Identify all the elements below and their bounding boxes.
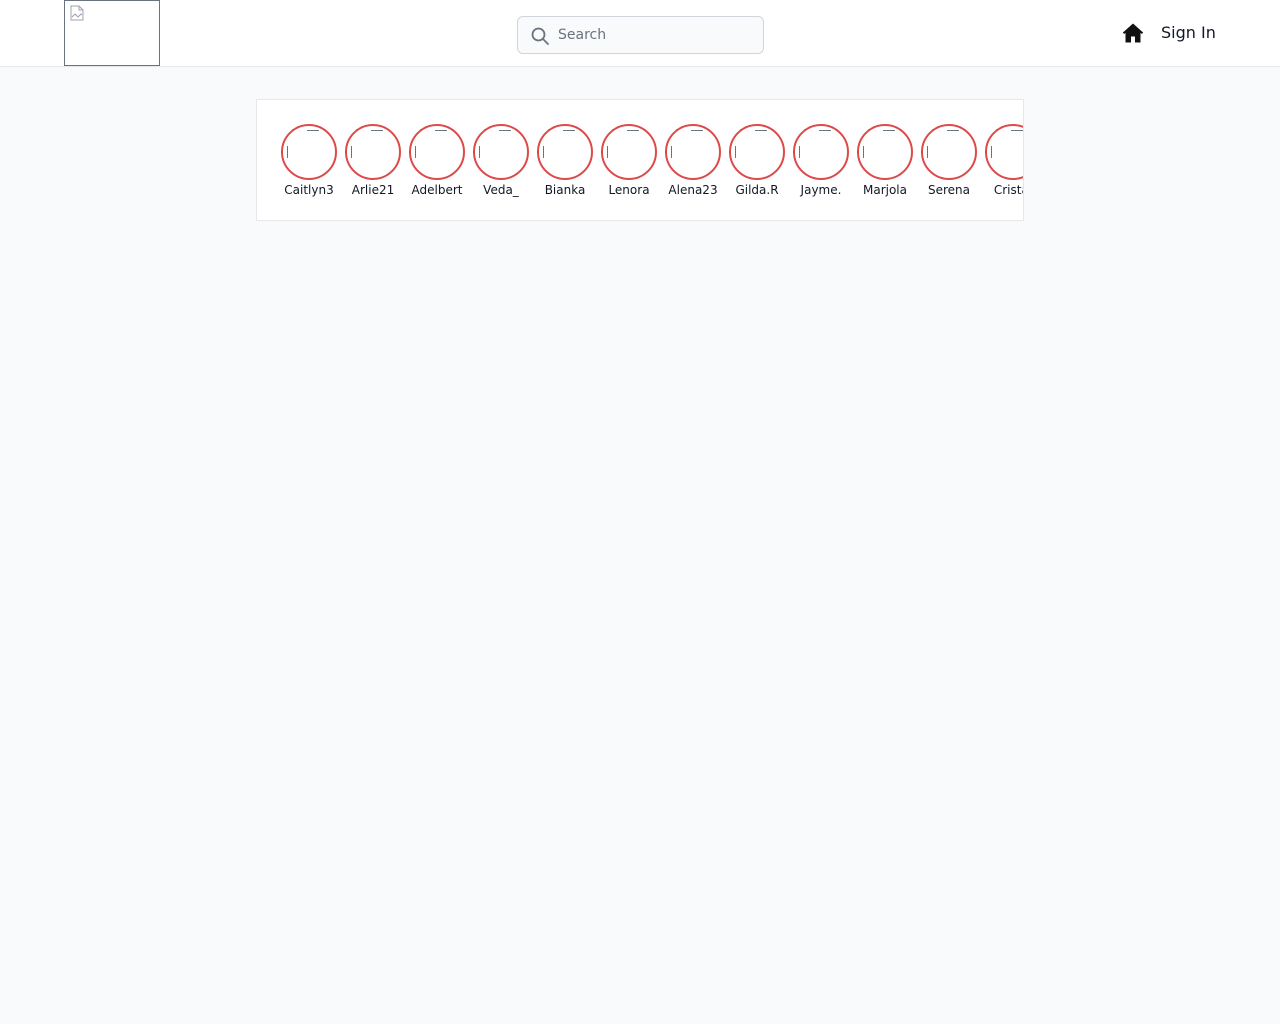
story-username: Lenora: [608, 183, 650, 197]
search-icon: [531, 27, 549, 45]
avatar: [925, 128, 973, 176]
story-ring: [473, 124, 529, 180]
stories-carousel: Caitlyn3 Arlie21 Adelbert Veda_ Bianka Lenora…: [256, 99, 1024, 221]
story-username: Jayme.: [800, 183, 842, 197]
avatar: [797, 128, 845, 176]
stories-track: Caitlyn3 Arlie21 Adelbert Veda_ Bianka Lenora…: [281, 124, 1023, 198]
story-ring: [793, 124, 849, 180]
story-username: Cristal: [993, 183, 1023, 197]
avatar: [349, 128, 397, 176]
story-item[interactable]: Jayme.: [793, 124, 849, 198]
story-item[interactable]: Arlie21: [345, 124, 401, 198]
search-input[interactable]: [558, 17, 758, 53]
story-username: Gilda.R: [735, 183, 779, 197]
story-username: Marjola: [862, 183, 907, 197]
top-navigation-bar: Sign In: [0, 0, 1280, 67]
home-icon[interactable]: [1121, 21, 1145, 45]
avatar: [733, 128, 781, 176]
avatar: [989, 128, 1023, 176]
story-username: Alena23: [668, 183, 718, 197]
story-ring: [665, 124, 721, 180]
sign-in-link[interactable]: Sign In: [1161, 22, 1216, 44]
story-username: Adelbert: [411, 183, 463, 197]
story-ring: [729, 124, 785, 180]
story-ring: [409, 124, 465, 180]
story-ring: [985, 124, 1023, 180]
avatar: [477, 128, 525, 176]
story-username: Bianka: [544, 183, 586, 197]
avatar: [541, 128, 589, 176]
story-ring: [281, 124, 337, 180]
site-logo[interactable]: [64, 0, 160, 66]
story-item[interactable]: Veda_: [473, 124, 529, 198]
story-ring: [537, 124, 593, 180]
story-item[interactable]: Gilda.R: [729, 124, 785, 198]
story-item[interactable]: Adelbert: [409, 124, 465, 198]
story-item[interactable]: Bianka: [537, 124, 593, 198]
avatar: [605, 128, 653, 176]
avatar: [669, 128, 717, 176]
story-ring: [921, 124, 977, 180]
story-item[interactable]: Alena23: [665, 124, 721, 198]
story-item[interactable]: Serena: [921, 124, 977, 198]
broken-image-icon: [70, 5, 84, 21]
story-item[interactable]: Caitlyn3: [281, 124, 337, 198]
story-ring: [857, 124, 913, 180]
avatar: [861, 128, 909, 176]
story-item[interactable]: Lenora: [601, 124, 657, 198]
avatar: [413, 128, 461, 176]
story-ring: [345, 124, 401, 180]
story-item[interactable]: Marjola: [857, 124, 913, 198]
story-username: Veda_: [483, 183, 519, 197]
search-box[interactable]: [517, 16, 764, 54]
story-ring: [601, 124, 657, 180]
avatar: [285, 128, 333, 176]
story-username: Caitlyn3: [284, 183, 334, 197]
story-username: Serena: [927, 183, 970, 197]
story-username: Arlie21: [351, 183, 395, 197]
story-item[interactable]: Cristal: [985, 124, 1023, 198]
